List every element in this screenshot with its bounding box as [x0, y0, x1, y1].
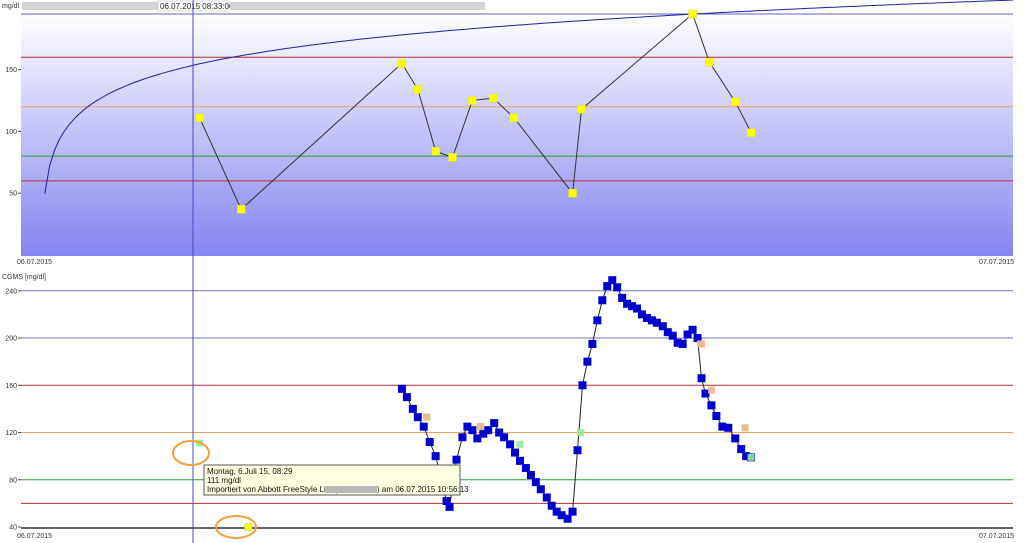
tooltip-value: 111 mg/dl — [207, 476, 241, 485]
cgms-data-point — [573, 446, 582, 455]
tooltip-import-time: ) am 06.07.2015 10:56:13 — [377, 485, 469, 494]
cgms-data-point — [583, 357, 592, 366]
cgms-plot-background — [21, 285, 1013, 529]
y-axis-title: CGMS [mg/dl] — [2, 274, 46, 281]
calibration-point — [576, 429, 584, 437]
tooltip-date: Montag, 6.Juli 15, 08:29 — [207, 467, 293, 476]
cgms-data-point — [737, 445, 746, 454]
cgms-data-point — [536, 485, 545, 494]
data-point — [488, 93, 498, 103]
y-tick-label: 240 — [5, 288, 17, 295]
y-tick-label: 160 — [5, 383, 17, 390]
calibration-point — [747, 453, 755, 461]
y-tick-label: 50 — [9, 191, 17, 198]
data-point — [195, 113, 204, 123]
cgms-data-point — [431, 452, 440, 461]
y-tick-label: 120 — [5, 430, 17, 437]
cgms-data-point — [568, 507, 577, 516]
y-tick-label: 100 — [5, 129, 17, 136]
cgms-data-point — [468, 426, 477, 435]
y-tick-label: 200 — [5, 336, 17, 343]
bottom-yellow-marker — [244, 523, 252, 531]
cgms-chart-panel: 40 80 120 160 200 240 CGMS [mg/dl] 06.07.2015… — [2, 274, 1014, 540]
cgms-data-point — [484, 426, 493, 435]
cgms-data-point — [724, 423, 733, 432]
x-start-label-bottom: 06.07.2015 — [17, 533, 52, 540]
tooltip: Montag, 6.Juli 15, 08:29 111 mg/dl Impor… — [203, 464, 469, 496]
y-tick-label: 150 — [5, 67, 17, 74]
cgms-data-point — [678, 339, 687, 348]
y-unit-label: mg/dl — [2, 3, 20, 10]
y-tick-label: 40 — [9, 525, 17, 532]
cgms-data-point — [613, 283, 622, 292]
cgms-data-point — [697, 374, 706, 383]
cgms-data-point — [445, 502, 454, 511]
data-point — [509, 113, 519, 123]
data-point — [705, 57, 714, 67]
data-point — [577, 104, 586, 114]
meter-overlay-point — [423, 413, 431, 421]
data-point — [431, 146, 440, 156]
cgms-data-point — [531, 478, 540, 487]
cgms-data-point — [608, 276, 617, 285]
meter-overlay-point — [476, 423, 484, 431]
cgms-data-point — [506, 440, 515, 449]
cgms-data-point — [500, 433, 509, 442]
cgms-data-point — [452, 455, 461, 464]
cgms-data-point — [425, 437, 434, 446]
cgms-data-point — [588, 339, 597, 348]
x-start-label: 06.07.2015 — [17, 259, 52, 266]
data-point — [448, 153, 457, 162]
data-point — [730, 97, 740, 106]
meter-overlay-point — [698, 340, 706, 348]
plot-background — [21, 14, 1013, 256]
cgms-data-point — [563, 514, 572, 523]
cgms-data-point — [526, 471, 535, 480]
cgms-data-point — [542, 493, 551, 502]
data-point — [413, 85, 423, 94]
cgms-data-point — [578, 381, 587, 390]
data-point — [688, 9, 697, 19]
cgms-data-point — [419, 422, 428, 431]
timestamp-label: 06.07.2015 08:33:00 — [160, 2, 234, 11]
data-point — [236, 205, 246, 214]
tooltip-redacted — [325, 486, 377, 493]
data-point — [746, 128, 756, 137]
cgms-data-point — [511, 448, 520, 457]
y-tick-label: 80 — [9, 477, 17, 484]
data-point — [468, 96, 477, 105]
cgms-data-point — [731, 434, 740, 443]
cgms-data-point — [515, 456, 524, 465]
cgms-data-point — [408, 404, 417, 413]
cgms-data-point — [490, 419, 499, 428]
cgms-data-point — [707, 401, 716, 410]
cgms-data-point — [458, 433, 467, 442]
data-point — [568, 188, 577, 198]
meter-overlay-point — [707, 386, 715, 394]
meter-overlay-point — [741, 424, 749, 432]
cgms-data-point — [668, 331, 677, 340]
cgms-data-point — [521, 463, 530, 472]
cgms-data-point — [402, 393, 411, 402]
data-point — [397, 59, 407, 68]
tooltip-source: Importiert von Abbott FreeStyle Lite ( — [207, 485, 338, 494]
glucose-chart-panel: 50 100 150 mg/dl 06.07.2015 08:33:00 06.07… — [2, 0, 1014, 266]
cgms-data-point — [712, 411, 721, 420]
cgms-data-point — [413, 413, 422, 422]
chart-canvas: 50 100 150 mg/dl 06.07.2015 08:33:00 06.07… — [2, 0, 1014, 543]
calibration-point — [516, 440, 524, 448]
cgms-data-point — [688, 325, 697, 334]
cgms-data-point — [397, 384, 406, 393]
header-redacted-bar-right — [230, 2, 485, 10]
cgms-data-point — [598, 296, 607, 305]
x-end-label: 07.07.2015 — [979, 259, 1014, 266]
x-end-label-bottom: 07.07.2015 — [979, 533, 1014, 540]
cgms-data-point — [593, 316, 602, 325]
header-redacted-bar — [22, 2, 160, 10]
